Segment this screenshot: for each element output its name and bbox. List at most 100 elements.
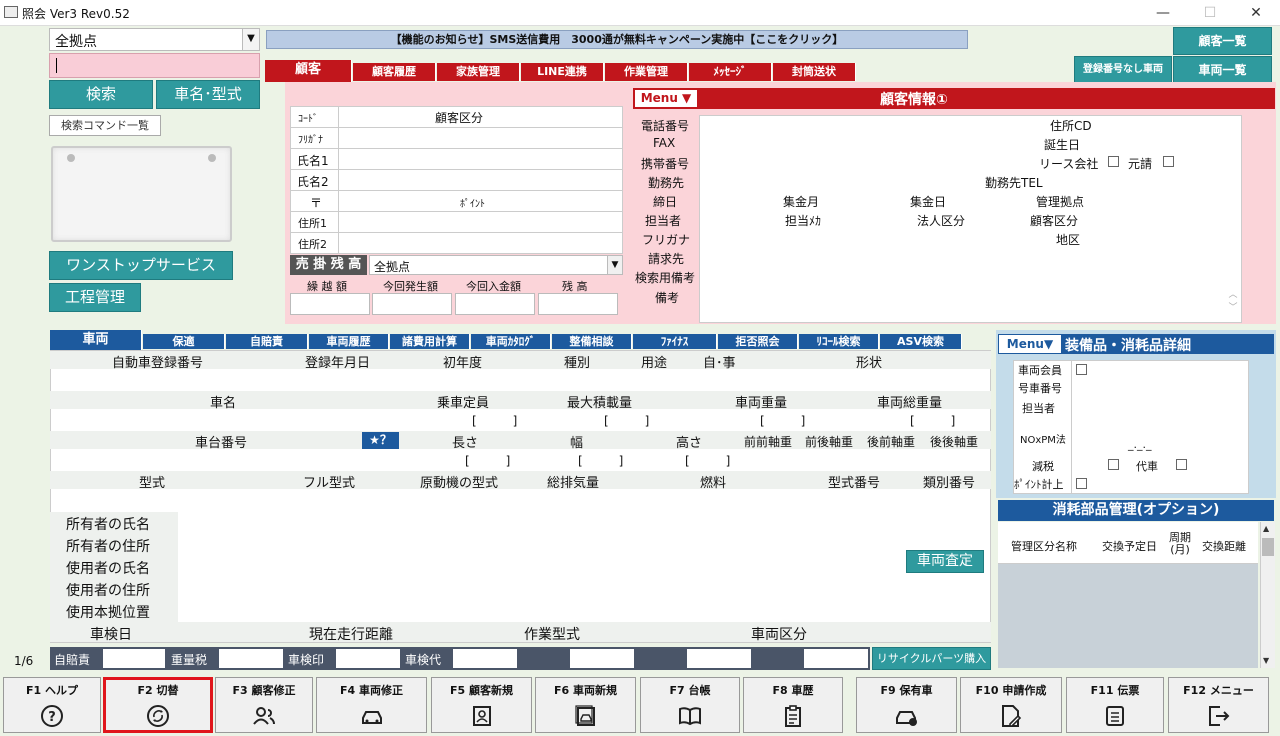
scroll-down-icon[interactable]: ▼	[1263, 656, 1269, 665]
fax-label: FAX	[653, 136, 676, 150]
maximize-button[interactable]: ☐	[1195, 3, 1225, 23]
collect-day-label: 集金日	[910, 195, 947, 209]
star-help-button[interactable]: ★？	[362, 432, 399, 449]
close-button[interactable]: ✕	[1241, 3, 1271, 23]
chevron-down-icon[interactable]: ▼	[242, 29, 259, 50]
tab-insurance[interactable]: 保適	[143, 334, 225, 349]
width-bracket: [ ]	[578, 454, 624, 468]
process-management-button[interactable]: 工程管理	[49, 283, 141, 312]
fee-field[interactable]	[570, 649, 634, 668]
tab-vehicle[interactable]: 車両	[50, 330, 142, 350]
vehicle-class-label: 車両区分	[751, 627, 807, 643]
work-label: 勤務先	[648, 176, 685, 190]
member-checkbox[interactable]	[1076, 364, 1087, 375]
user-address-label: 使用者の住所	[66, 583, 150, 599]
lease-checkbox[interactable]	[1108, 156, 1119, 167]
equipment-staff-label: 担当者	[1022, 402, 1055, 415]
search-note-label: 検索用備考	[635, 271, 696, 285]
f6-vehicle-new-button[interactable]: F6 車両新規	[535, 677, 636, 733]
car-model-search-button[interactable]: 車名･型式	[156, 80, 260, 109]
tab-maintenance[interactable]: 整備相談	[552, 334, 632, 349]
consumables-scrollbar[interactable]: ▲ ▼	[1260, 522, 1275, 668]
equipment-menu-button[interactable]: Menu▼	[999, 335, 1061, 353]
tab-recall[interactable]: ﾘｺｰﾙ検索	[799, 334, 879, 349]
f2-switch-button[interactable]: F2 切替	[103, 677, 213, 733]
location-select[interactable]: 全拠点 ▼	[49, 28, 260, 51]
fee-field[interactable]	[804, 649, 868, 668]
chevron-down-icon[interactable]: ▼	[607, 256, 622, 274]
equipment-title: 装備品・消耗品詳細	[1065, 338, 1191, 354]
scroll-up-icon[interactable]: ▲	[1263, 524, 1269, 533]
motouke-label: 元請	[1128, 157, 1153, 171]
tab-family[interactable]: 家族管理	[437, 63, 520, 81]
note-scrollbar[interactable]: ︿ ﹀	[1226, 287, 1240, 321]
tab-message[interactable]: ﾒｯｾｰｼﾞ	[689, 63, 772, 81]
f11-slip-button[interactable]: F11 伝票	[1066, 677, 1164, 733]
tab-customer-history[interactable]: 顧客履歴	[353, 63, 436, 81]
jibaiseki-label: 自賠責	[54, 653, 91, 667]
f1-help-button[interactable]: F1 ヘルプ ?	[3, 677, 101, 733]
f10-application-button[interactable]: F10 申請作成	[960, 677, 1062, 733]
f7-label: F7 台帳	[669, 684, 711, 697]
f9-owned-car-button[interactable]: F9 保有車	[856, 677, 957, 733]
substitute-checkbox[interactable]	[1176, 459, 1187, 470]
carry-field[interactable]	[290, 293, 370, 315]
tab-work[interactable]: 作業管理	[605, 63, 688, 81]
tab-envelope[interactable]: 封筒送状	[773, 63, 856, 81]
area-label: 地区	[1056, 233, 1081, 247]
note-label: 備考	[655, 291, 680, 305]
f5-customer-new-button[interactable]: F5 顧客新規	[431, 677, 532, 733]
location-select-value: 全拠点	[55, 34, 97, 50]
tab-customer[interactable]: 顧客	[265, 60, 352, 82]
weight-tax-field[interactable]	[219, 649, 283, 668]
tax-cut-checkbox[interactable]	[1108, 459, 1119, 470]
stamp-field[interactable]	[336, 649, 400, 668]
f4-vehicle-edit-button[interactable]: F4 車両修正	[316, 677, 427, 733]
occur-field[interactable]	[372, 293, 452, 315]
jibaiseki-field[interactable]	[103, 649, 165, 668]
motouke-checkbox[interactable]	[1163, 156, 1174, 167]
nox-date[interactable]: _._._	[1128, 438, 1152, 451]
fuel-label: 燃料	[700, 476, 727, 491]
f12-menu-button[interactable]: F12 メニュー	[1168, 677, 1269, 733]
notice-banner[interactable]: 【機能のお知らせ】SMS送信費用 3000通が無料キャンペーン実施中【ここをクリ…	[266, 30, 968, 49]
balance-field[interactable]	[538, 293, 618, 315]
occur-label: 今回発生額	[383, 280, 438, 293]
paid-field[interactable]	[455, 293, 535, 315]
search-input[interactable]	[49, 53, 260, 78]
customer-list-button[interactable]: 顧客一覧	[1173, 27, 1272, 55]
tab-asv[interactable]: ASV検索	[880, 334, 962, 349]
chassis-label: 車台番号	[195, 436, 248, 451]
onestop-service-button[interactable]: ワンストップサービス	[49, 251, 233, 280]
minimize-button[interactable]: —	[1148, 3, 1178, 23]
tab-vehicle-history[interactable]: 車両履歴	[309, 334, 389, 349]
vehicle-list-button[interactable]: 車両一覧	[1173, 56, 1272, 84]
receivable-location-select[interactable]: 全拠点 ▼	[369, 255, 623, 275]
search-commands-button[interactable]: 検索コマンド一覧	[49, 115, 161, 136]
no-registration-vehicle-button[interactable]: 登録番号なし車両	[1074, 56, 1172, 84]
phone-label: 電話番号	[641, 119, 690, 133]
fee-field[interactable]	[687, 649, 751, 668]
tab-refusal[interactable]: 拒否照会	[718, 334, 798, 349]
appraisal-button[interactable]: 車両査定	[906, 550, 984, 573]
point-add-checkbox[interactable]	[1076, 478, 1087, 489]
f7-ledger-button[interactable]: F7 台帳	[640, 677, 740, 733]
name2-label: 氏名2	[297, 175, 329, 189]
customer-menu-button[interactable]: Menu ▼	[635, 90, 697, 107]
recycle-parts-button[interactable]: リサイクルパーツ購入	[872, 647, 991, 670]
kana-label: ﾌﾘｶﾞﾅ	[298, 135, 323, 146]
tab-vehicle-catalog[interactable]: 車両ｶﾀﾛｸﾞ	[471, 334, 551, 349]
f3-customer-edit-button[interactable]: F3 顧客修正	[215, 677, 313, 733]
search-button[interactable]: 検索	[49, 80, 153, 109]
tax-cut-label: 減税	[1032, 460, 1054, 473]
reg-date-label: 登録年月日	[305, 356, 371, 371]
tab-jibaiseki[interactable]: 自賠責	[226, 334, 308, 349]
tab-line[interactable]: LINE連携	[521, 63, 604, 81]
tab-finance[interactable]: ﾌｧｲﾅｽ	[633, 334, 717, 349]
history-icon	[785, 705, 801, 727]
full-model-label: フル型式	[303, 476, 356, 491]
inspection-fee-field[interactable]	[453, 649, 517, 668]
tab-fee-calc[interactable]: 諸費用計算	[390, 334, 470, 349]
f8-history-button[interactable]: F8 車歴	[743, 677, 843, 733]
scroll-thumb[interactable]	[1262, 538, 1274, 556]
